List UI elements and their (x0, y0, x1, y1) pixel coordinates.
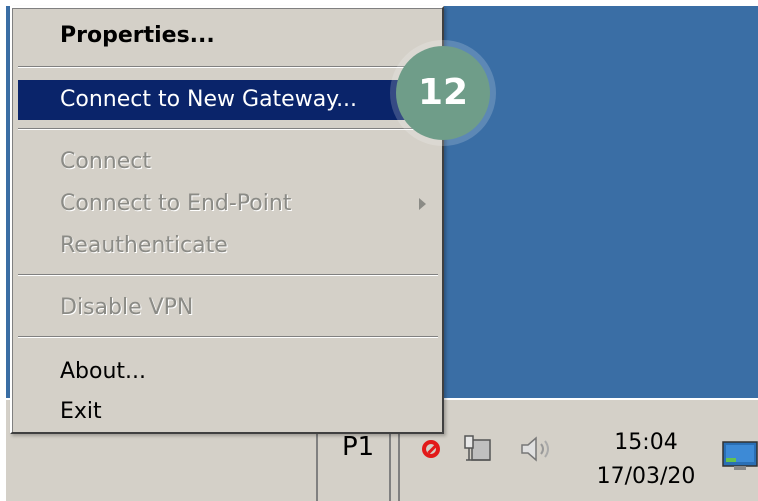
step-badge-label: 12 (417, 72, 469, 113)
speaker-icon[interactable] (518, 434, 558, 464)
taskbar-clock[interactable]: 15:04 17/03/20 (586, 426, 706, 494)
taskbar-window-label: P1 (342, 432, 375, 462)
menu-item-exit[interactable]: Exit (18, 392, 438, 432)
menu-item-reauthenticate[interactable]: Reauthenticate (18, 226, 438, 266)
menu-item-connect[interactable]: Connect (18, 142, 438, 182)
clock-time: 15:04 (614, 430, 678, 455)
clock-date: 17/03/20 (596, 464, 696, 489)
menu-separator (18, 128, 438, 130)
menu-item-properties[interactable]: Properties... (18, 16, 438, 56)
context-menu: Properties... Connect to New Gateway... … (10, 6, 444, 434)
no-entry-icon[interactable] (422, 440, 440, 458)
menu-separator (18, 274, 438, 276)
menu-item-connect-end-point-label: Connect to End-Point (60, 191, 292, 216)
menu-separator (18, 66, 438, 68)
menu-item-connect-end-point[interactable]: Connect to End-Point (18, 184, 438, 224)
network-icon[interactable] (462, 434, 494, 464)
monitor-icon[interactable] (722, 440, 758, 472)
menu-item-disable-vpn[interactable]: Disable VPN (18, 288, 438, 328)
submenu-arrow-icon (419, 198, 426, 210)
system-tray: 15:04 17/03/20 (398, 426, 758, 501)
screenshot-frame: P1 15:04 17/03/20 Properties... Connect … (0, 0, 758, 501)
menu-item-connect-new-gateway[interactable]: Connect to New Gateway... (18, 80, 438, 120)
menu-separator (18, 336, 438, 338)
step-badge: 12 (396, 46, 490, 140)
taskbar-window-button[interactable]: P1 (316, 426, 391, 501)
menu-item-about[interactable]: About... (18, 352, 438, 392)
